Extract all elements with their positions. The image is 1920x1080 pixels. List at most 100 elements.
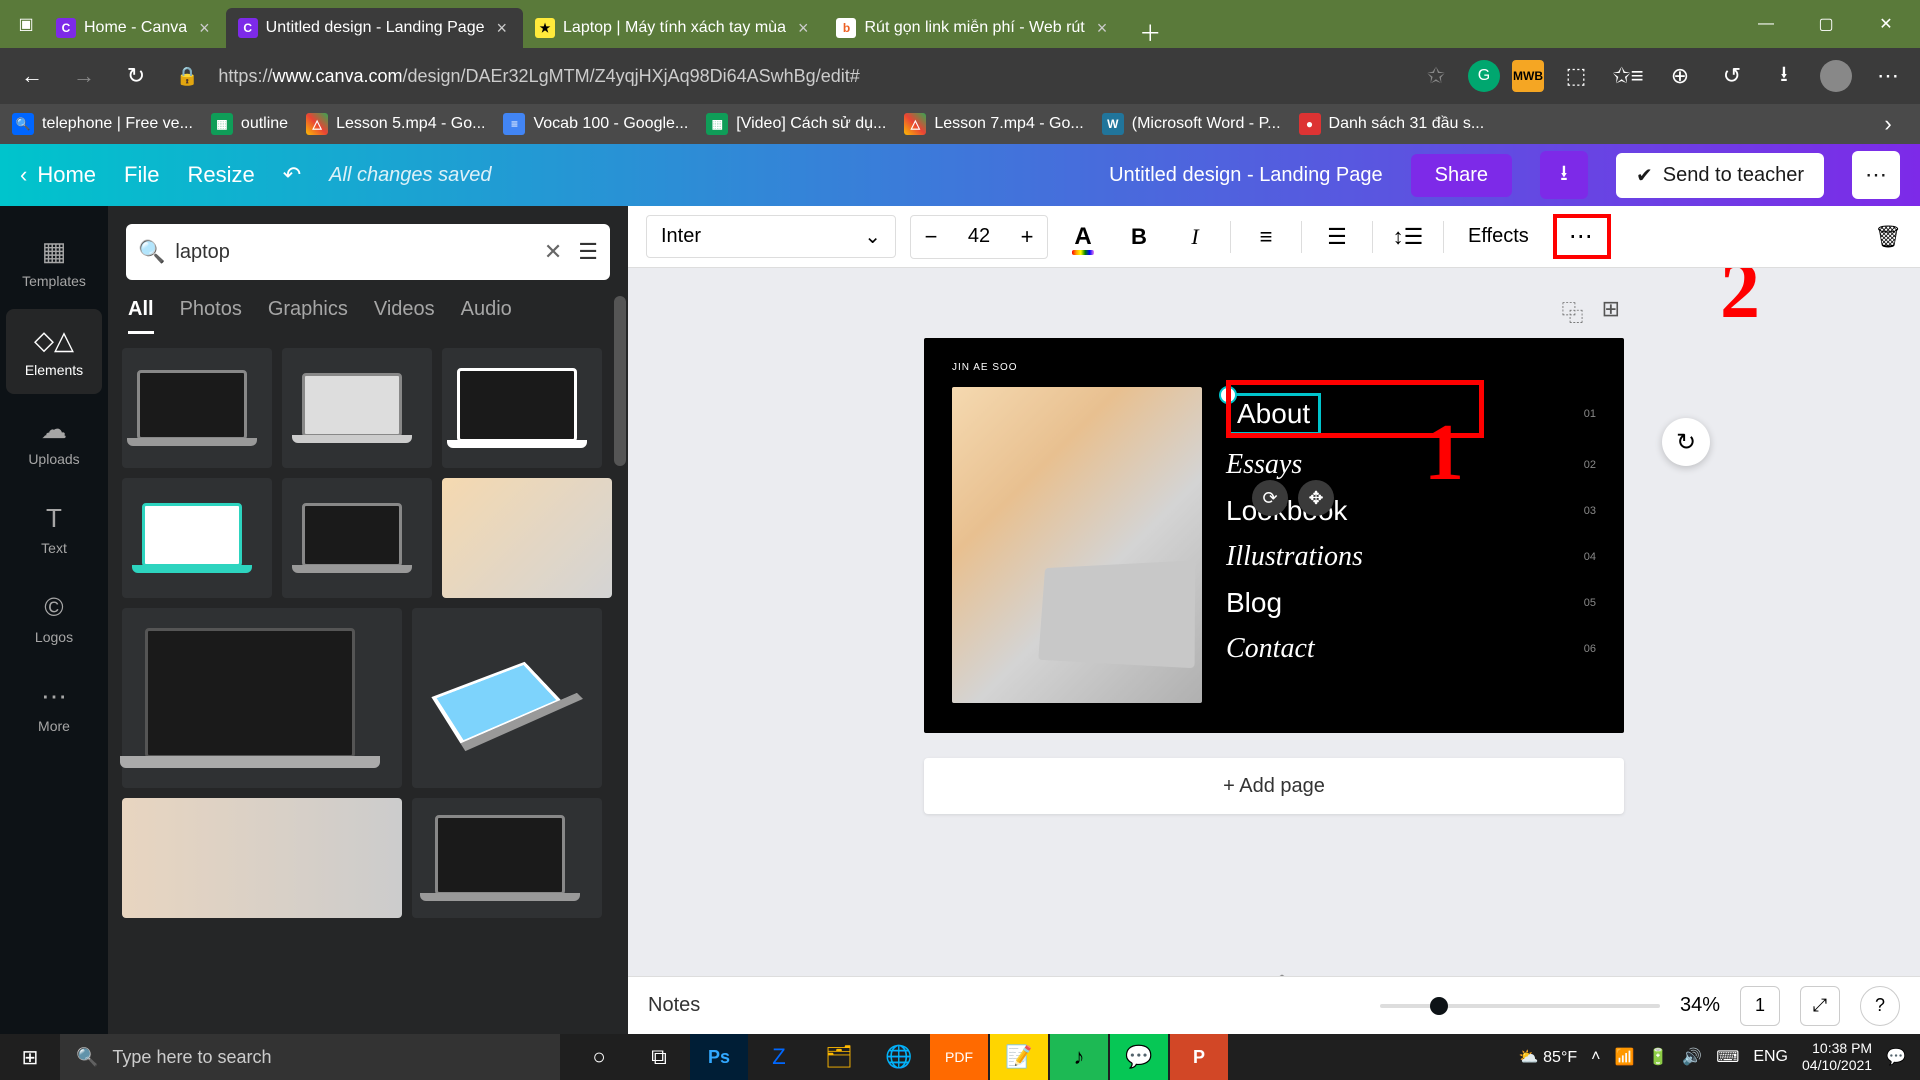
zalo-app-icon[interactable]: Z [750, 1034, 808, 1080]
refresh-button[interactable]: ↻ [116, 56, 156, 96]
font-size-decrease[interactable]: − [911, 216, 951, 258]
tab-close-button[interactable]: × [794, 18, 813, 39]
spotify-app-icon[interactable]: ♪ [1050, 1034, 1108, 1080]
photoshop-app-icon[interactable]: Ps [690, 1034, 748, 1080]
minimize-button[interactable]: ― [1740, 6, 1792, 42]
animate-button[interactable]: ↻ [1662, 418, 1710, 466]
header-more-button[interactable]: ⋯ [1852, 151, 1900, 199]
sidebar-item-uploads[interactable]: ☁Uploads [6, 398, 102, 483]
notes-button[interactable]: Notes [648, 994, 700, 1017]
explorer-app-icon[interactable]: 🗂 [810, 1034, 868, 1080]
result-thumb[interactable] [412, 608, 602, 788]
menu-item-blog[interactable]: Blog05 [1226, 587, 1596, 619]
duplicate-page-button[interactable]: ⿻ [1562, 296, 1584, 328]
result-thumb[interactable] [442, 348, 602, 468]
spacing-button[interactable]: ↕☰ [1387, 216, 1429, 258]
close-window-button[interactable]: ✕ [1860, 6, 1912, 42]
delete-button[interactable]: 🗑 [1874, 224, 1902, 250]
profile-avatar-icon[interactable] [1816, 56, 1856, 96]
bold-button[interactable]: B [1118, 216, 1160, 258]
language-indicator[interactable]: ENG [1753, 1048, 1788, 1066]
list-button[interactable]: ☰ [1316, 216, 1358, 258]
menu-label[interactable]: Contact [1226, 633, 1315, 665]
pdf-app-icon[interactable]: PDF [930, 1034, 988, 1080]
menu-label[interactable]: Essays [1226, 449, 1302, 481]
menu-item-essays[interactable]: Essays02 [1226, 449, 1596, 481]
clock[interactable]: 10:38 PM 04/10/2021 [1802, 1040, 1872, 1074]
result-thumb[interactable] [122, 608, 402, 788]
panel-tab-videos[interactable]: Videos [374, 298, 435, 334]
bookmark-item[interactable]: ≡Vocab 100 - Google... [503, 113, 688, 135]
rotate-handle[interactable]: ⟳ [1252, 480, 1288, 516]
result-thumb[interactable] [122, 798, 402, 918]
file-menu[interactable]: File [124, 162, 159, 188]
extensions-button[interactable]: ⬚ [1556, 56, 1596, 96]
help-button[interactable]: ? [1860, 986, 1900, 1026]
taskbar-search[interactable]: 🔍 Type here to search [60, 1034, 560, 1080]
notes-app-icon[interactable]: 📝 [990, 1034, 1048, 1080]
favorites-button[interactable]: ✩≡ [1608, 56, 1648, 96]
sidebar-item-text[interactable]: TText [6, 487, 102, 572]
send-to-teacher-button[interactable]: ✔Send to teacher [1616, 153, 1824, 198]
result-thumb[interactable] [442, 478, 612, 598]
result-thumb[interactable] [282, 348, 432, 468]
fullscreen-button[interactable]: ⤢ [1800, 986, 1840, 1026]
panel-scrollbar[interactable] [614, 296, 626, 466]
collections-button[interactable]: ⊕ [1660, 56, 1700, 96]
downloads-button[interactable]: ⭳ [1764, 56, 1804, 96]
add-page-above-button[interactable]: ⊞ [1602, 296, 1620, 328]
notifications-icon[interactable]: 💬 [1886, 1047, 1906, 1067]
keyboard-icon[interactable]: ⌨ [1716, 1047, 1739, 1067]
panel-tab-all[interactable]: All [128, 298, 154, 334]
browser-tab-active[interactable]: C Untitled design - Landing Page × [226, 8, 523, 48]
maximize-button[interactable]: ▢ [1800, 6, 1852, 42]
start-button[interactable]: ⊞ [0, 1045, 60, 1070]
bookmark-item[interactable]: △Lesson 5.mp4 - Go... [306, 113, 485, 135]
context-more-button[interactable]: ⋯ [1553, 214, 1611, 259]
result-thumb[interactable] [412, 798, 602, 918]
favorite-star-icon[interactable]: ✩ [1416, 56, 1456, 96]
browser-tab[interactable]: ★ Laptop | Máy tính xách tay mùa × [523, 8, 824, 48]
bookmark-item[interactable]: 🔍telephone | Free ve... [12, 113, 193, 135]
tab-close-button[interactable]: × [493, 18, 512, 39]
weather-widget[interactable]: ⛅ 85°F [1519, 1047, 1577, 1067]
clear-search-button[interactable]: ✕ [538, 239, 568, 265]
menu-item-illustrations[interactable]: Illustrations04 [1226, 541, 1596, 573]
sidebar-item-templates[interactable]: ▦Templates [6, 220, 102, 305]
battery-icon[interactable]: 🔋 [1648, 1047, 1668, 1067]
document-title[interactable]: Untitled design - Landing Page [1109, 164, 1383, 187]
site-info-lock-icon[interactable]: 🔒 [168, 66, 206, 87]
panel-tab-photos[interactable]: Photos [180, 298, 242, 334]
volume-icon[interactable]: 🔊 [1682, 1047, 1702, 1067]
zoom-slider-handle[interactable] [1430, 997, 1448, 1015]
effects-button[interactable]: Effects [1458, 225, 1539, 248]
new-tab-button[interactable]: ＋ [1123, 16, 1177, 48]
sidebar-item-elements[interactable]: ◇△Elements [6, 309, 102, 394]
panel-tab-graphics[interactable]: Graphics [268, 298, 348, 334]
page-count-button[interactable]: 1 [1740, 986, 1780, 1026]
move-handle[interactable]: ✥ [1298, 480, 1334, 516]
search-box[interactable]: 🔍 ✕ ☰ [126, 224, 610, 280]
mwb-extension-icon[interactable]: MWB [1512, 60, 1544, 92]
search-input[interactable] [175, 241, 527, 264]
text-color-button[interactable]: A [1062, 216, 1104, 258]
browser-menu-button[interactable]: ⋯ [1868, 56, 1908, 96]
page-hero-image[interactable] [952, 387, 1202, 703]
result-thumb[interactable] [122, 478, 272, 598]
bookmark-item[interactable]: ▦[Video] Cách sử dụ... [706, 113, 886, 135]
download-button[interactable]: ⭳ [1540, 151, 1588, 199]
bookmark-item[interactable]: △Lesson 7.mp4 - Go... [904, 113, 1083, 135]
zoom-slider[interactable] [1380, 1004, 1660, 1008]
result-thumb[interactable] [122, 348, 272, 468]
menu-label[interactable]: Blog [1226, 587, 1282, 619]
edge-app-icon[interactable]: 🌐 [870, 1034, 928, 1080]
add-page-button[interactable]: + Add page [924, 758, 1624, 814]
search-filter-button[interactable]: ☰ [578, 239, 598, 265]
tab-close-button[interactable]: × [195, 18, 214, 39]
alignment-button[interactable]: ≡ [1245, 216, 1287, 258]
menu-label[interactable]: Illustrations [1226, 541, 1363, 573]
canvas-area[interactable]: 2 ⿻ ⊞ ↻ JIN AE SOO About 01 [628, 268, 1920, 1034]
page-brand-text[interactable]: JIN AE SOO [952, 362, 1596, 373]
tray-overflow-icon[interactable]: ˄ [1591, 1048, 1600, 1066]
taskview-icon[interactable]: ⧉ [630, 1034, 688, 1080]
